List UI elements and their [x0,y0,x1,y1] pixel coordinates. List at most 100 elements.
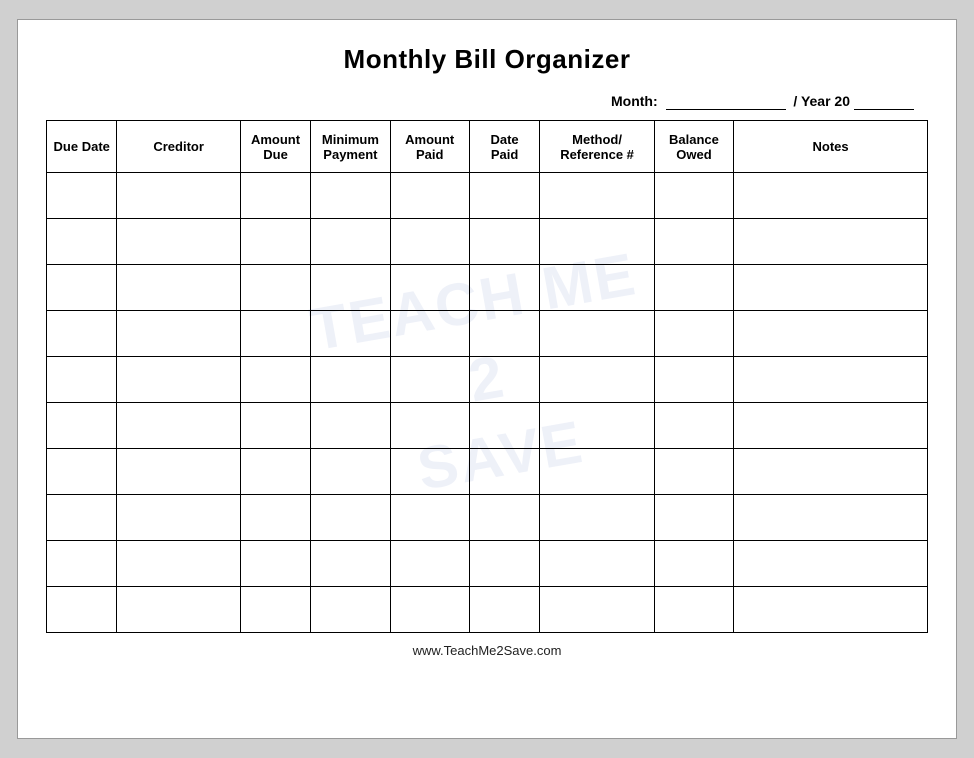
cell-row2-col5[interactable] [390,219,469,265]
cell-row4-col4[interactable] [311,311,390,357]
cell-row7-col6[interactable] [469,449,539,495]
cell-row9-col1[interactable] [47,541,117,587]
cell-row1-col8[interactable] [654,173,733,219]
cell-row10-col3[interactable] [240,587,310,633]
cell-row8-col2[interactable] [117,495,240,541]
month-label: Month: [611,93,658,109]
cell-row10-col1[interactable] [47,587,117,633]
cell-row5-col6[interactable] [469,357,539,403]
cell-row8-col8[interactable] [654,495,733,541]
cell-row9-col2[interactable] [117,541,240,587]
cell-row10-col8[interactable] [654,587,733,633]
cell-row1-col4[interactable] [311,173,390,219]
cell-row2-col3[interactable] [240,219,310,265]
cell-row9-col6[interactable] [469,541,539,587]
cell-row6-col1[interactable] [47,403,117,449]
cell-row1-col3[interactable] [240,173,310,219]
cell-row10-col7[interactable] [540,587,655,633]
cell-row8-col4[interactable] [311,495,390,541]
cell-row7-col9[interactable] [734,449,928,495]
cell-row5-col9[interactable] [734,357,928,403]
cell-row4-col1[interactable] [47,311,117,357]
cell-row3-col9[interactable] [734,265,928,311]
cell-row9-col7[interactable] [540,541,655,587]
cell-row3-col1[interactable] [47,265,117,311]
cell-row6-col2[interactable] [117,403,240,449]
cell-row8-col7[interactable] [540,495,655,541]
cell-row1-col5[interactable] [390,173,469,219]
cell-row3-col4[interactable] [311,265,390,311]
cell-row7-col7[interactable] [540,449,655,495]
cell-row4-col8[interactable] [654,311,733,357]
cell-row4-col6[interactable] [469,311,539,357]
cell-row4-col7[interactable] [540,311,655,357]
cell-row5-col1[interactable] [47,357,117,403]
cell-row8-col6[interactable] [469,495,539,541]
cell-row10-col6[interactable] [469,587,539,633]
cell-row1-col9[interactable] [734,173,928,219]
cell-row7-col8[interactable] [654,449,733,495]
cell-row6-col7[interactable] [540,403,655,449]
col-header-creditor: Creditor [117,121,240,173]
cell-row3-col7[interactable] [540,265,655,311]
cell-row6-col6[interactable] [469,403,539,449]
cell-row1-col7[interactable] [540,173,655,219]
year-value [854,93,914,110]
cell-row2-col8[interactable] [654,219,733,265]
col-header-balance-owed: BalanceOwed [654,121,733,173]
cell-row6-col8[interactable] [654,403,733,449]
cell-row7-col3[interactable] [240,449,310,495]
cell-row3-col3[interactable] [240,265,310,311]
cell-row2-col9[interactable] [734,219,928,265]
cell-row7-col5[interactable] [390,449,469,495]
cell-row10-col9[interactable] [734,587,928,633]
cell-row5-col7[interactable] [540,357,655,403]
cell-row5-col8[interactable] [654,357,733,403]
cell-row5-col2[interactable] [117,357,240,403]
cell-row7-col2[interactable] [117,449,240,495]
cell-row8-col5[interactable] [390,495,469,541]
cell-row8-col9[interactable] [734,495,928,541]
cell-row9-col3[interactable] [240,541,310,587]
cell-row3-col8[interactable] [654,265,733,311]
cell-row7-col1[interactable] [47,449,117,495]
cell-row4-col5[interactable] [390,311,469,357]
cell-row4-col9[interactable] [734,311,928,357]
cell-row9-col5[interactable] [390,541,469,587]
cell-row9-col8[interactable] [654,541,733,587]
col-header-date-paid: DatePaid [469,121,539,173]
cell-row5-col5[interactable] [390,357,469,403]
cell-row3-col5[interactable] [390,265,469,311]
cell-row10-col4[interactable] [311,587,390,633]
cell-row1-col6[interactable] [469,173,539,219]
cell-row2-col7[interactable] [540,219,655,265]
col-header-min-payment: MinimumPayment [311,121,390,173]
cell-row4-col2[interactable] [117,311,240,357]
cell-row10-col2[interactable] [117,587,240,633]
cell-row1-col1[interactable] [47,173,117,219]
cell-row6-col5[interactable] [390,403,469,449]
cell-row3-col2[interactable] [117,265,240,311]
table-row [47,403,928,449]
cell-row4-col3[interactable] [240,311,310,357]
cell-row2-col4[interactable] [311,219,390,265]
cell-row3-col6[interactable] [469,265,539,311]
cell-row8-col1[interactable] [47,495,117,541]
table-row [47,173,928,219]
cell-row5-col4[interactable] [311,357,390,403]
cell-row2-col1[interactable] [47,219,117,265]
cell-row2-col6[interactable] [469,219,539,265]
cell-row7-col4[interactable] [311,449,390,495]
cell-row2-col2[interactable] [117,219,240,265]
cell-row6-col9[interactable] [734,403,928,449]
cell-row6-col4[interactable] [311,403,390,449]
cell-row5-col3[interactable] [240,357,310,403]
cell-row8-col3[interactable] [240,495,310,541]
table-row [47,449,928,495]
cell-row10-col5[interactable] [390,587,469,633]
cell-row9-col4[interactable] [311,541,390,587]
cell-row9-col9[interactable] [734,541,928,587]
cell-row1-col2[interactable] [117,173,240,219]
cell-row6-col3[interactable] [240,403,310,449]
col-header-amount-due: AmountDue [240,121,310,173]
